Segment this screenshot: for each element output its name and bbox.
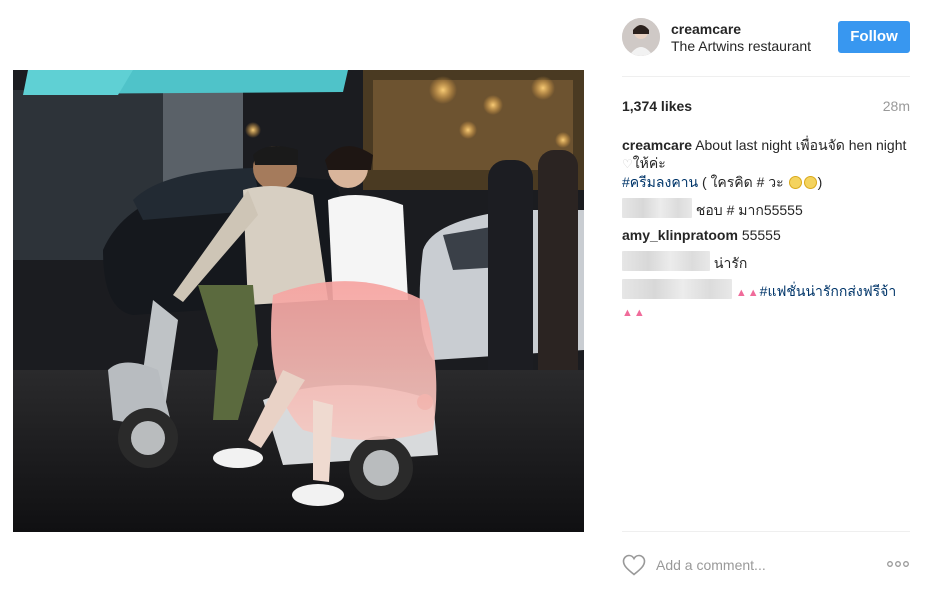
more-options-icon[interactable] (886, 558, 910, 570)
comment-username[interactable]: creamcare (622, 137, 692, 153)
list-item: ชอบ # มาก55555 (622, 198, 910, 219)
comment-text: ให้ค่ะ (632, 155, 666, 171)
avatar[interactable] (622, 18, 660, 56)
follow-button[interactable]: Follow (838, 21, 910, 53)
heart-outline-icon[interactable] (622, 554, 646, 576)
comment-hashtag[interactable]: #แฟชั่นน่ารักกส่งฟรีจ้า (760, 283, 897, 299)
list-item: ▲▲#แฟชั่นน่ารักกส่งฟรีจ้า ▲▲ (622, 279, 910, 322)
post-photo-illustration (13, 70, 584, 532)
blurred-username (622, 279, 732, 299)
post-photo[interactable] (13, 70, 584, 532)
caption-comment: creamcare About last night เพื่อนจัด hen… (622, 136, 910, 191)
comment-username[interactable]: amy_klinpratoom (622, 227, 738, 243)
list-item: น่ารัก (622, 251, 910, 272)
white-heart-emoji-icon: ♡ (622, 157, 633, 171)
comment-divider (622, 531, 910, 532)
post-location[interactable]: The Artwins restaurant (671, 38, 821, 54)
comment-text: ( ใครคิด # วะ (698, 174, 788, 190)
flushed-face-emoji-icon (788, 176, 802, 189)
list-item: amy_klinpratoom 55555 (622, 226, 910, 244)
comment-text: 55555 (741, 227, 781, 243)
comment-list: creamcare About last night เพื่อนจัด hen… (622, 136, 910, 329)
instagram-post: creamcare The Artwins restaurant Follow … (0, 0, 934, 599)
dress-emoji-icon: ▲▲ (735, 287, 760, 299)
post-timestamp[interactable]: 28m (883, 98, 910, 114)
avatar-image (622, 18, 660, 56)
comment-text: About last night เพื่อนจัด hen night (695, 137, 907, 153)
dress-emoji-icon: ▲▲ (622, 307, 646, 319)
comment-text: ) (817, 174, 823, 190)
blurred-username (622, 198, 692, 218)
post-username[interactable]: creamcare (671, 21, 741, 37)
likes-count[interactable]: 1,374 likes (622, 98, 692, 114)
likes-row: 1,374 likes 28m (622, 98, 910, 116)
flushed-face-emoji-icon (803, 176, 817, 189)
header-divider (622, 76, 910, 77)
comment-text: น่ารัก (713, 255, 748, 271)
add-comment-input[interactable] (656, 555, 876, 575)
comment-bar (622, 552, 910, 578)
comment-hashtag[interactable]: #ครีมลงคาน (622, 174, 698, 190)
post-sidebar: creamcare The Artwins restaurant Follow … (622, 0, 910, 599)
blurred-username (622, 251, 710, 271)
post-header: creamcare The Artwins restaurant Follow (622, 16, 910, 60)
comment-text: ชอบ # มาก55555 (695, 202, 803, 218)
